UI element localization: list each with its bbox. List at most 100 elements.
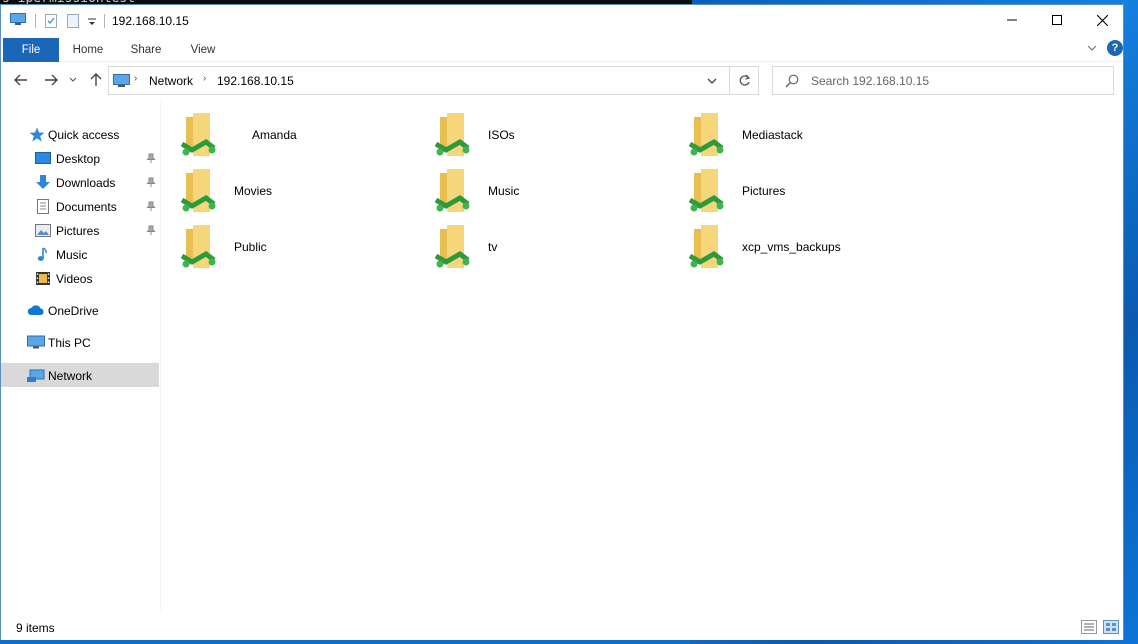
customize-toolbar-icon[interactable] — [87, 17, 97, 27]
file-list: Amanda ISOs Mediastack Movies Music Pict… — [162, 102, 1123, 610]
nav-item-music[interactable]: Music — [1, 242, 159, 266]
forward-button[interactable] — [43, 72, 59, 88]
toolbar-divider — [35, 14, 36, 28]
star-icon — [29, 127, 45, 142]
search-box[interactable] — [772, 66, 1114, 95]
nav-item-videos[interactable]: Videos — [1, 266, 159, 290]
share-folder[interactable]: Movies — [180, 168, 430, 220]
tab-file[interactable]: File — [3, 38, 59, 62]
close-button[interactable] — [1079, 5, 1125, 35]
folder-name: Amanda — [252, 128, 297, 142]
refresh-button[interactable] — [730, 66, 759, 95]
shared-folder-icon — [180, 169, 216, 212]
pin-icon[interactable] — [146, 177, 156, 187]
navigation-bar: › Network › 192.168.10.15 — [1, 62, 1123, 102]
status-bar: 9 items — [1, 610, 1123, 640]
folder-name: Movies — [234, 184, 273, 198]
share-folder[interactable]: Pictures — [688, 168, 938, 220]
pin-icon[interactable] — [146, 225, 156, 235]
new-folder-icon[interactable] — [67, 14, 79, 28]
pictures-icon — [35, 224, 51, 237]
window-title: 192.168.10.15 — [112, 14, 189, 28]
toolbar-divider — [104, 14, 105, 28]
share-folder[interactable]: tv — [434, 224, 684, 276]
nav-item-this-pc[interactable]: This PC — [1, 330, 159, 354]
search-icon — [785, 74, 799, 88]
download-icon — [36, 175, 50, 189]
shared-folder-icon — [434, 225, 470, 268]
share-folder[interactable]: Amanda — [180, 112, 430, 164]
breadcrumb-host[interactable]: 192.168.10.15 — [217, 74, 294, 88]
network-icon — [27, 369, 45, 382]
nav-item-label: Pictures — [56, 224, 100, 238]
pin-icon[interactable] — [146, 153, 156, 163]
properties-icon[interactable] — [45, 14, 57, 28]
shared-folder-icon — [434, 169, 470, 212]
help-icon[interactable]: ? — [1107, 40, 1123, 56]
back-button[interactable] — [13, 72, 29, 88]
shared-folder-icon — [180, 113, 216, 156]
ribbon-tabs: File Home Share View ? — [1, 35, 1123, 62]
pin-icon[interactable] — [146, 201, 156, 211]
cloud-icon — [27, 305, 44, 315]
nav-item-desktop[interactable]: Desktop — [1, 146, 159, 170]
maximize-button[interactable] — [1034, 5, 1080, 35]
address-dropdown-icon[interactable] — [707, 76, 717, 86]
folder-name: Public — [234, 240, 267, 254]
item-count: 9 items — [16, 621, 55, 635]
tab-home[interactable]: Home — [63, 38, 113, 62]
nav-item-pictures[interactable]: Pictures — [1, 218, 159, 242]
arrow-left-icon — [14, 74, 27, 86]
nav-item-documents[interactable]: Documents — [1, 194, 159, 218]
share-folder[interactable]: Mediastack — [688, 112, 938, 164]
nav-item-label: Quick access — [48, 128, 120, 142]
arrow-right-icon — [45, 74, 58, 86]
nav-item-onedrive[interactable]: OneDrive — [1, 298, 159, 322]
nav-item-label: Music — [56, 248, 88, 262]
nav-item-label: This PC — [48, 336, 91, 350]
search-input[interactable] — [811, 73, 1101, 89]
title-bar: 192.168.10.15 — [1, 5, 1123, 35]
share-folder[interactable]: Public — [180, 224, 430, 276]
nav-item-label: Documents — [56, 200, 117, 214]
up-button[interactable] — [88, 72, 104, 88]
expand-ribbon-icon[interactable] — [1087, 43, 1097, 53]
nav-item-label: Desktop — [56, 152, 101, 166]
nav-item-label: Videos — [56, 272, 93, 286]
computer-icon[interactable] — [10, 13, 26, 25]
desktop-icon — [35, 152, 51, 164]
shared-folder-icon — [688, 225, 724, 268]
nav-item-quick-access[interactable]: Quick access — [1, 122, 159, 146]
navigation-pane: Quick access Desktop Downloads Documents — [1, 102, 161, 610]
shared-folder-icon — [688, 169, 724, 212]
videos-icon — [36, 272, 50, 285]
folder-name: Mediastack — [742, 128, 803, 142]
share-folder[interactable]: ISOs — [434, 112, 684, 164]
shared-folder-icon — [434, 113, 470, 156]
tab-share[interactable]: Share — [121, 38, 171, 62]
details-view-icon[interactable] — [1081, 620, 1097, 634]
folder-name: Music — [488, 184, 520, 198]
nav-item-downloads[interactable]: Downloads — [1, 170, 159, 194]
recent-locations-button[interactable] — [68, 72, 78, 88]
share-folder[interactable]: Music — [434, 168, 684, 220]
arrow-up-icon — [90, 73, 102, 86]
maximize-icon — [1052, 15, 1062, 25]
chevron-right-icon: › — [203, 73, 207, 84]
minimize-icon — [1007, 19, 1017, 21]
minimize-button[interactable] — [989, 5, 1035, 35]
folder-name: ISOs — [488, 128, 515, 142]
large-icons-view-icon[interactable] — [1103, 620, 1119, 634]
folder-name: tv — [488, 240, 498, 254]
tab-view[interactable]: View — [178, 38, 228, 62]
nav-item-label: Network — [48, 369, 93, 383]
nav-item-label: Downloads — [56, 176, 116, 190]
file-explorer-window: 192.168.10.15 File Home Share View ? › N… — [0, 4, 1124, 640]
chevron-down-icon — [69, 77, 77, 82]
nav-item-network[interactable]: Network — [1, 363, 159, 387]
share-folder[interactable]: xcp_vms_backups — [688, 224, 938, 276]
computer-icon — [113, 74, 130, 87]
address-bar[interactable]: › Network › 192.168.10.15 — [108, 66, 730, 95]
folder-name: Pictures — [742, 184, 786, 198]
breadcrumb-network[interactable]: Network — [149, 74, 193, 88]
